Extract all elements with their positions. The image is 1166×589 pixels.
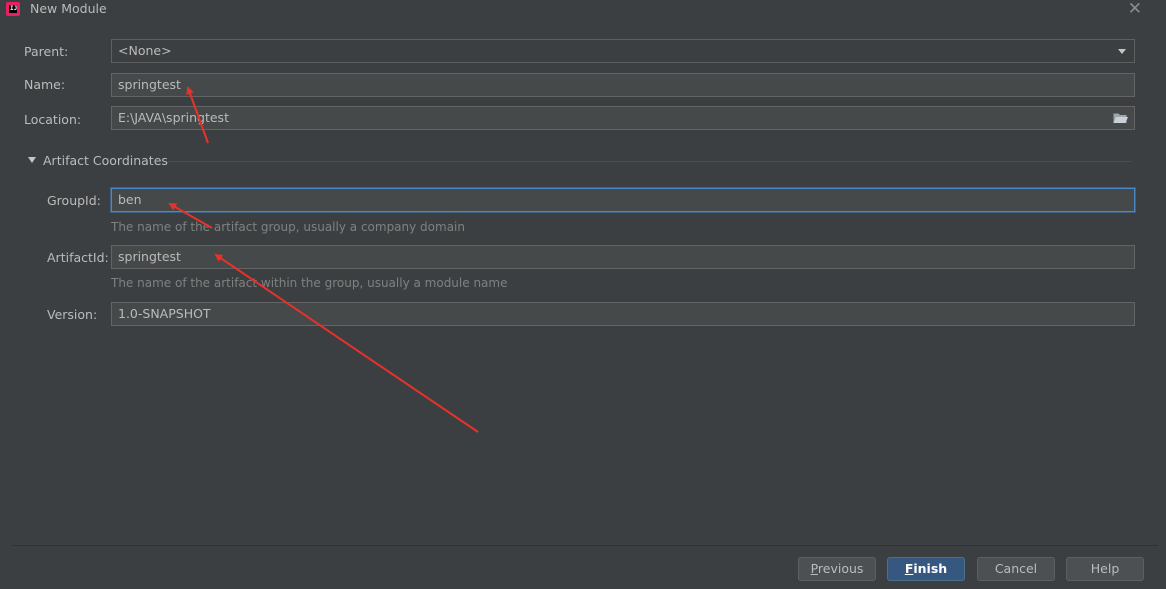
section-divider <box>168 161 1132 162</box>
collapse-arrow-icon[interactable] <box>28 157 36 163</box>
artifactid-input[interactable]: springtest <box>111 245 1135 269</box>
version-input[interactable]: 1.0-SNAPSHOT <box>111 302 1135 326</box>
location-input[interactable]: E:\JAVA\springtest <box>111 106 1135 130</box>
parent-value: <None> <box>118 43 172 58</box>
parent-combobox[interactable]: <None> <box>111 39 1135 63</box>
button-bar-divider <box>12 545 1158 546</box>
name-input[interactable]: springtest <box>111 73 1135 97</box>
folder-icon[interactable] <box>1113 112 1128 124</box>
name-label: Name: <box>24 77 66 92</box>
location-label: Location: <box>24 112 82 127</box>
previous-button[interactable]: Previous <box>798 557 876 581</box>
artifactid-value: springtest <box>118 249 181 264</box>
title-bar: IJ New Module ✕ <box>0 0 1166 22</box>
location-value: E:\JAVA\springtest <box>118 110 229 125</box>
groupid-input[interactable]: ben <box>111 188 1135 212</box>
chevron-down-icon[interactable] <box>1118 49 1126 54</box>
artifactid-label: ArtifactId: <box>47 250 109 265</box>
cancel-button[interactable]: Cancel <box>977 557 1055 581</box>
window-title: New Module <box>30 1 107 16</box>
help-button[interactable]: Help <box>1066 557 1144 581</box>
version-label: Version: <box>47 307 98 322</box>
groupid-value: ben <box>118 192 142 207</box>
groupid-hint: The name of the artifact group, usually … <box>111 220 465 234</box>
artifactid-hint: The name of the artifact within the grou… <box>111 276 508 290</box>
close-icon[interactable]: ✕ <box>1128 0 1142 19</box>
finish-button[interactable]: Finish <box>887 557 965 581</box>
artifact-coordinates-title[interactable]: Artifact Coordinates <box>43 153 168 168</box>
parent-label: Parent: <box>24 44 69 59</box>
name-value: springtest <box>118 77 181 92</box>
version-value: 1.0-SNAPSHOT <box>118 306 211 321</box>
intellij-idea-icon: IJ <box>6 2 20 16</box>
groupid-label: GroupId: <box>47 193 101 208</box>
